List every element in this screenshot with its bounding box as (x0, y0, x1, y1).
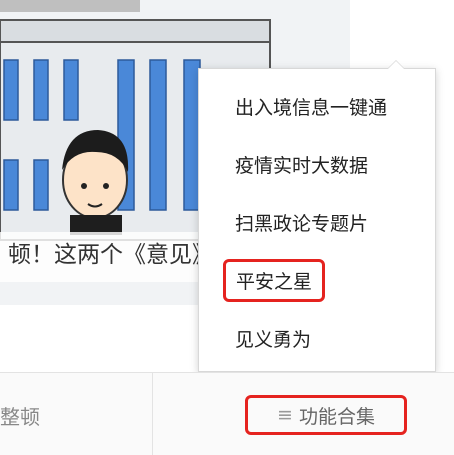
bottom-tab-bar: 整顿 ≡ 功能合集 (0, 372, 454, 455)
menu-item-label: 见义勇为 (235, 328, 312, 351)
menu-item-label: 出入境信息一键通 (235, 96, 388, 119)
banner-caption: 顿！这两个《意见》 (8, 242, 215, 268)
tab-right-label: 功能合集 (298, 405, 375, 428)
tab-left-label: 整顿 (0, 405, 40, 429)
highlight-box: 平安之星 (223, 258, 326, 302)
menu-item-label: 疫情实时大数据 (235, 154, 369, 177)
tab-left[interactable]: 整顿 (0, 373, 153, 455)
function-collection-button[interactable]: ≡ 功能合集 (245, 395, 407, 435)
menu-item-bravery[interactable]: 见义勇为 (199, 309, 435, 367)
function-menu-popup: 出入境信息一键通 疫情实时大数据 扫黑政论专题片 平安之星 见义勇为 (198, 60, 436, 372)
menu-item-entry-exit[interactable]: 出入境信息一键通 (199, 77, 435, 135)
menu-item-label: 平安之星 (236, 270, 313, 293)
menu-item-safety-star[interactable]: 平安之星 (199, 251, 435, 309)
menu-item-anti-gang-film[interactable]: 扫黑政论专题片 (199, 193, 435, 251)
menu-item-label: 扫黑政论专题片 (235, 212, 369, 235)
menu-item-epidemic-data[interactable]: 疫情实时大数据 (199, 135, 435, 193)
menu-icon: ≡ (277, 403, 293, 426)
